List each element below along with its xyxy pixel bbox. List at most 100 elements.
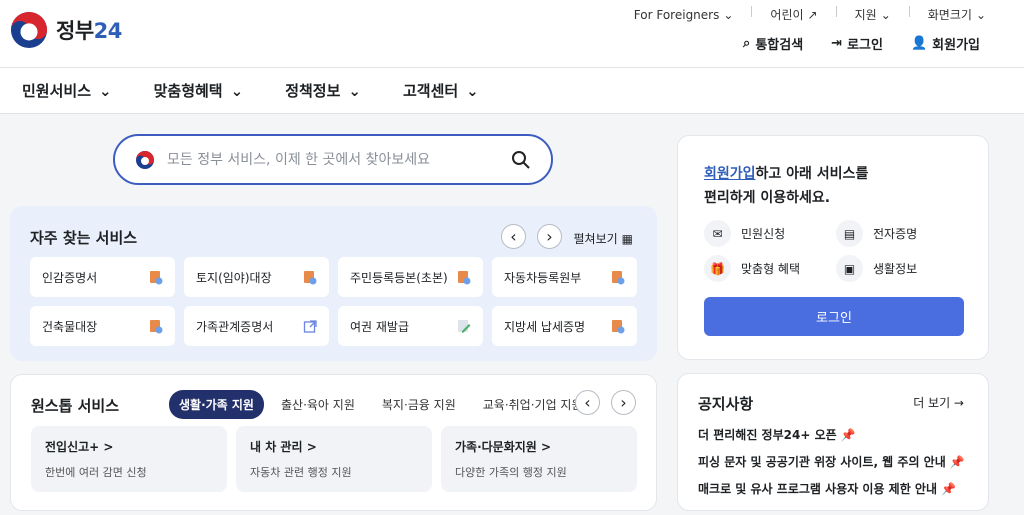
for-foreigners-link[interactable]: For Foreigners ⌄ [634, 6, 734, 23]
integrated-search-button[interactable]: ⌕ 통합검색 [743, 34, 803, 53]
chevron-left-icon: ‹ [584, 393, 591, 412]
prev-button[interactable]: ‹ [575, 390, 600, 415]
search-icon: ⌕ [743, 36, 751, 51]
kids-link[interactable]: 어린이 ↗ [770, 6, 817, 23]
screen-size-menu[interactable]: 화면크기 ⌄ [928, 6, 986, 23]
next-button[interactable]: › [537, 224, 562, 249]
header-actions: ⌕ 통합검색 ⇥ 로그인 👤 회원가입 [743, 34, 980, 53]
chevron-right-icon: › [620, 393, 627, 412]
expand-button[interactable]: 펼쳐보기 ▦ [573, 230, 633, 247]
service-card[interactable]: 가족관계증명서 [184, 306, 329, 346]
divider [835, 6, 837, 17]
service-life-info[interactable]: ▣ 생활정보 [836, 255, 917, 282]
service-custom-benefits[interactable]: 🎁 맞춤형 혜택 [704, 255, 800, 282]
document-icon [612, 319, 625, 333]
logo-number: 24 [93, 19, 123, 43]
login-icon: ⇥ [831, 36, 843, 51]
chevron-right-icon: › [546, 227, 553, 246]
nav-custom-benefits[interactable]: 맞춤형혜택 ⌄ [154, 80, 244, 101]
chevron-down-icon: ⌄ [466, 81, 479, 100]
external-link-icon: ↗ [807, 7, 818, 22]
utility-nav: For Foreigners ⌄ 어린이 ↗ 지원 ⌄ 화면크기 ⌄ [634, 6, 986, 23]
gift-icon: 🎁 [704, 255, 731, 282]
next-button[interactable]: › [611, 390, 636, 415]
tab-life-family[interactable]: 생활·가족 지원 [169, 390, 264, 419]
login-button[interactable]: 로그인 [704, 297, 964, 336]
document-icon [304, 270, 317, 284]
logo-text: 정부 [56, 19, 94, 43]
pin-icon: 📌 [941, 482, 956, 496]
service-card[interactable]: 주민등록등본(초본) [338, 257, 483, 297]
nav-policy-info[interactable]: 정책정보 ⌄ [285, 80, 361, 101]
main-nav: 민원서비스 ⌄ 맞춤형혜택 ⌄ 정책정보 ⌄ 고객센터 ⌄ [0, 68, 1024, 114]
search-input[interactable] [167, 151, 511, 168]
chevron-down-icon: ⌄ [975, 7, 986, 22]
list-item[interactable]: 매크로 및 유사 프로그램 사용자 이용 제한 안내 📌 [698, 476, 965, 503]
pencil-doc-icon [458, 319, 471, 333]
document-icon [612, 270, 625, 284]
service-apply[interactable]: ✉ 민원신청 [704, 220, 785, 247]
onestop-card[interactable]: 가족·다문화지원 > 다양한 가족의 행정 지원 [441, 426, 637, 492]
nav-civil-services[interactable]: 민원서비스 ⌄ [22, 80, 112, 101]
document-icon [458, 270, 471, 284]
section-title: 자주 찾는 서비스 [30, 229, 138, 247]
divider [908, 6, 910, 17]
service-card[interactable]: 여권 재발급 [338, 306, 483, 346]
search-icon[interactable] [511, 150, 531, 170]
more-link[interactable]: 더 보기 → [913, 394, 964, 411]
signup-link[interactable]: 회원가입 [704, 166, 756, 182]
onestop-card[interactable]: 전입신고+ > 한번에 여러 감면 신청 [31, 426, 227, 492]
support-menu[interactable]: 지원 ⌄ [855, 6, 891, 23]
service-card[interactable]: 건축물대장 [30, 306, 175, 346]
divider [751, 6, 753, 17]
list-item[interactable]: 더 편리해진 정부24+ 오픈 📌 [698, 422, 965, 449]
service-card[interactable]: 자동차등록원부 [492, 257, 637, 297]
list-item[interactable]: 피싱 문자 및 공공기관 위장 사이트, 웹 주의 안내 📌 [698, 449, 965, 476]
grid-icon: ▦ [621, 231, 633, 246]
onestop-card[interactable]: 내 차 관리 > 자동차 관련 행정 지원 [236, 426, 432, 492]
chevron-down-icon: ⌄ [723, 7, 734, 22]
pin-icon: 📌 [840, 428, 856, 442]
notice-panel: 공지사항 더 보기 → 더 편리해진 정부24+ 오픈 📌 피싱 문자 및 공공기… [677, 373, 989, 511]
section-title: 원스톱 서비스 [31, 397, 120, 415]
service-card[interactable]: 토지(임야)대장 [184, 257, 329, 297]
document-icon [150, 319, 163, 333]
service-e-cert[interactable]: ▤ 전자증명 [836, 220, 917, 247]
service-card[interactable]: 지방세 납세증명 [492, 306, 637, 346]
card-desc: 다양한 가족의 행정 지원 [455, 466, 567, 479]
search-bar [113, 134, 553, 185]
member-panel: 회원가입하고 아래 서비스를 편리하게 이용하세요. ✉ 민원신청 ▤ 전자증명 🎁… [677, 135, 989, 360]
category-tabs: 생활·가족 지원 출산·육아 지원 복지·금융 지원 교육·취업·기업 지원 [169, 390, 593, 419]
onestop-services-panel: 원스톱 서비스 생활·가족 지원 출산·육아 지원 복지·금융 지원 교육·취업… [10, 374, 657, 511]
card-desc: 자동차 관련 행정 지원 [250, 466, 352, 479]
section-title: 공지사항 [698, 395, 754, 413]
logo[interactable]: 정부24 [10, 11, 122, 49]
chevron-down-icon: ⌄ [230, 81, 244, 100]
tab-welfare-finance[interactable]: 복지·금융 지원 [372, 390, 466, 419]
certificate-icon: ▤ [836, 220, 863, 247]
document-icon [150, 270, 163, 284]
user-plus-icon: 👤 [910, 36, 928, 51]
signup-link[interactable]: 👤 회원가입 [911, 34, 980, 53]
mail-icon: ✉ [704, 220, 731, 247]
chevron-left-icon: ‹ [510, 227, 517, 246]
chevron-down-icon: ⌄ [348, 81, 361, 100]
frequent-services-panel: 자주 찾는 서비스 ‹ › 펼쳐보기 ▦ 인감증명서 토지(임야)대장 주민등록등… [10, 206, 657, 361]
pin-icon: 📌 [949, 455, 965, 469]
card-title: 내 차 관리 > [250, 440, 317, 454]
chevron-down-icon: ⌄ [880, 7, 891, 22]
taegeuk-badge-icon [136, 150, 154, 169]
card-desc: 한번에 여러 감면 신청 [45, 466, 147, 479]
site-header: 정부24 For Foreigners ⌄ 어린이 ↗ 지원 ⌄ 화면크기 ⌄ ⌕ 통합검… [0, 0, 1024, 68]
service-card[interactable]: 인감증명서 [30, 257, 175, 297]
login-link[interactable]: ⇥ 로그인 [831, 34, 883, 53]
nav-customer-center[interactable]: 고객센터 ⌄ [403, 80, 479, 101]
tab-birth-childcare[interactable]: 출산·육아 지원 [271, 390, 365, 419]
chevron-down-icon: ⌄ [99, 81, 112, 100]
prev-button[interactable]: ‹ [501, 224, 526, 249]
card-title: 가족·다문화지원 > [455, 440, 552, 454]
taegeuk-logo-icon [10, 11, 48, 49]
bookmark-icon: ▣ [836, 255, 863, 282]
external-link-icon [303, 319, 317, 333]
card-title: 전입신고+ > [45, 440, 114, 454]
